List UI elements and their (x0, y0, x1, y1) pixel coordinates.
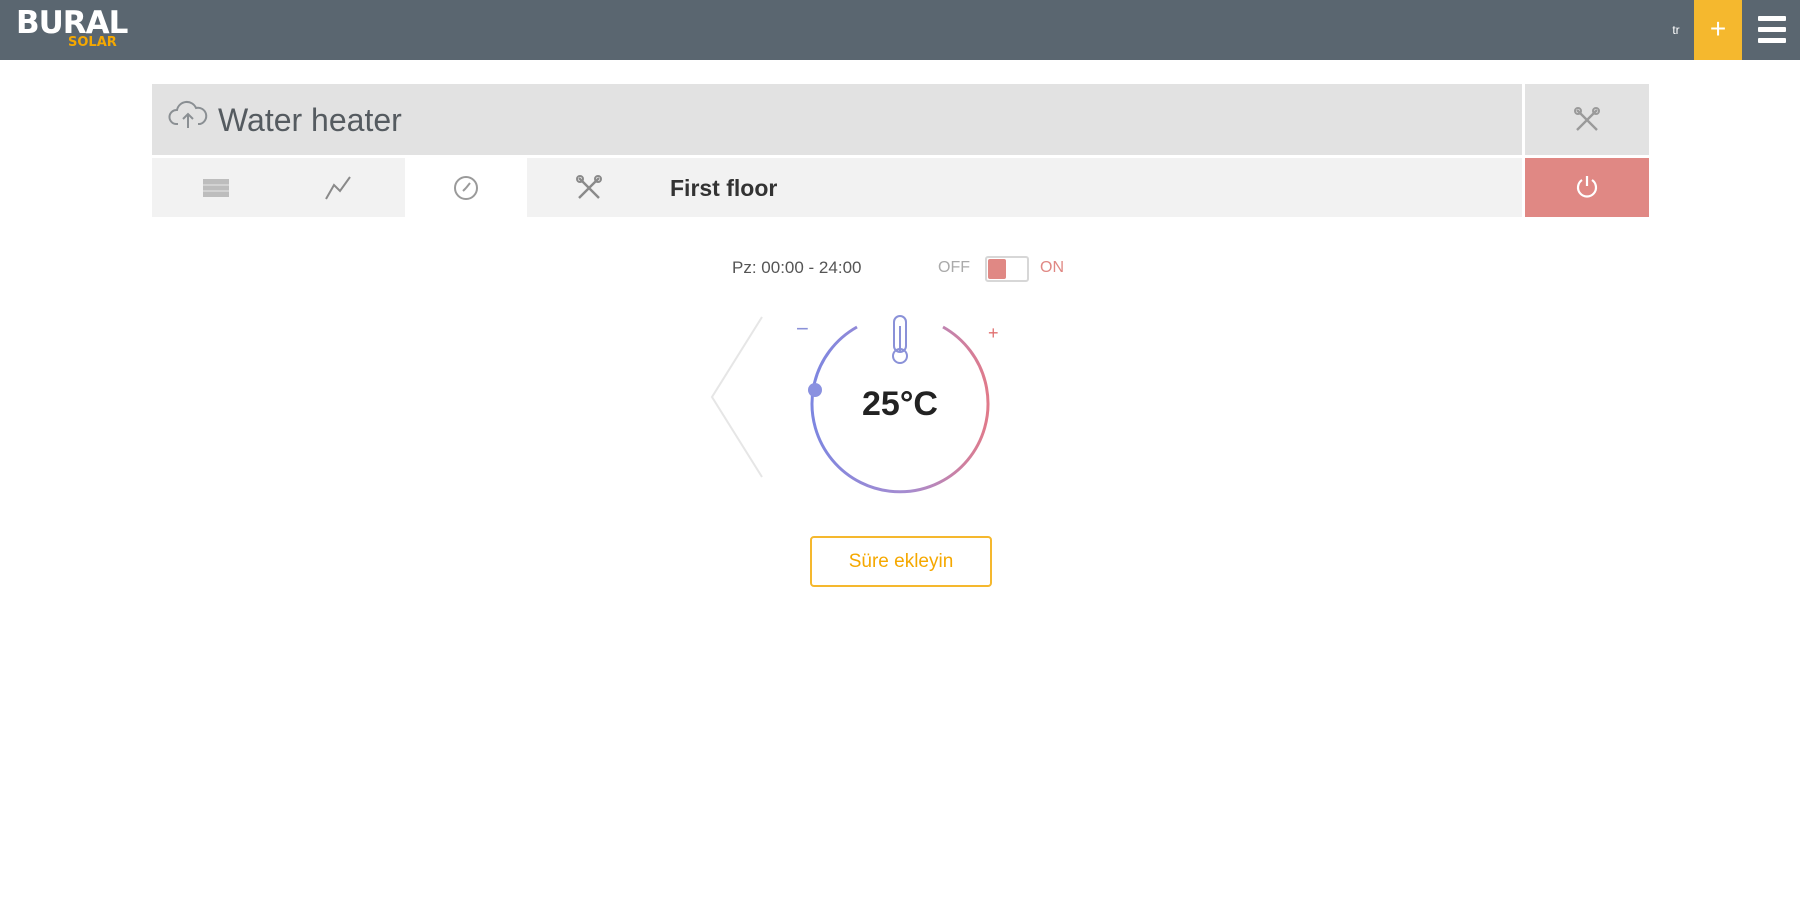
device-tabs: First floor (152, 158, 1522, 217)
schedule-range: Pz: 00:00 - 24:00 (732, 258, 862, 277)
top-bar: BURAL SOLAR tr + (0, 0, 1800, 60)
language-selector[interactable]: tr (1668, 20, 1684, 40)
decrease-temperature-button[interactable]: − (796, 318, 809, 340)
add-time-button[interactable]: Süre ekleyin (810, 536, 992, 587)
settings-tools-button[interactable] (1525, 84, 1649, 155)
tab-list[interactable] (155, 158, 277, 217)
toggle-off-label: OFF (938, 259, 970, 276)
toggle-on-label: ON (1040, 259, 1064, 276)
schedule-toggle[interactable] (985, 256, 1029, 282)
tab-schedule[interactable] (405, 158, 527, 217)
tools-icon (1574, 107, 1600, 131)
logo-subtext: SOLAR (68, 35, 117, 50)
toggle-knob[interactable] (988, 259, 1006, 279)
hamburger-menu-icon[interactable] (1742, 0, 1800, 60)
power-icon (1576, 176, 1598, 198)
zone-name: First floor (670, 175, 778, 201)
increase-temperature-button[interactable]: + (988, 322, 999, 344)
add-button[interactable]: + (1694, 0, 1742, 60)
clock-icon (454, 175, 478, 200)
temperature-value: 25°C (862, 385, 938, 423)
thermometer-icon (892, 315, 908, 364)
tools-icon (576, 174, 602, 199)
power-button[interactable] (1525, 158, 1649, 217)
cloud-upload-icon (168, 100, 208, 128)
device-title: Water heater (218, 102, 402, 138)
dial-handle (808, 383, 822, 397)
device-header: Water heater (152, 84, 1522, 155)
list-icon (203, 178, 229, 197)
logo[interactable]: BURAL SOLAR (16, 6, 146, 54)
chart-icon (325, 175, 351, 199)
tab-tools[interactable] (528, 158, 650, 217)
chevron-left-icon[interactable] (704, 315, 764, 485)
tab-chart[interactable] (277, 158, 399, 217)
